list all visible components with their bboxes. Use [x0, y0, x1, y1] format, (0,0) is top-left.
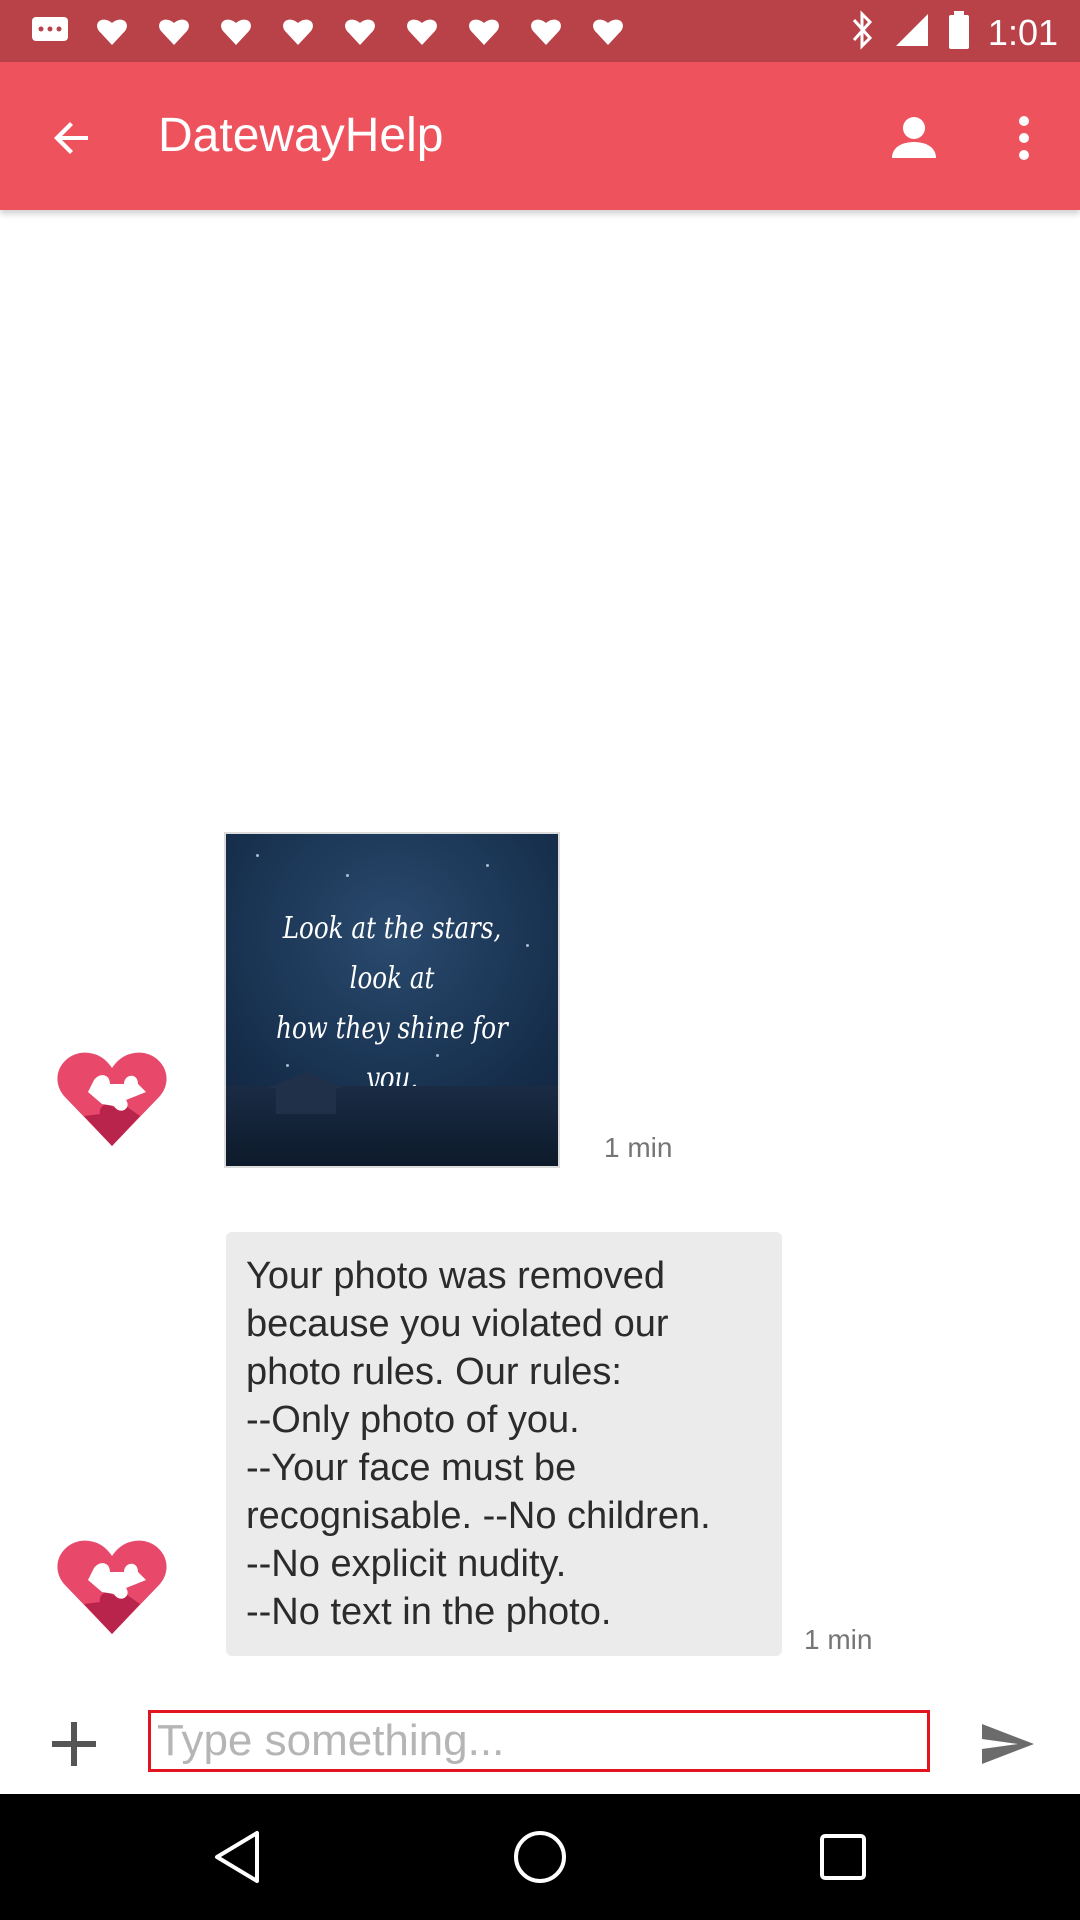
message-time: 1 min	[604, 1132, 673, 1163]
text-message-bubble[interactable]: Your photo was removed because you viola…	[226, 1232, 782, 1656]
puzzle-heart-icon	[338, 12, 382, 50]
more-vert-icon	[1019, 116, 1029, 160]
triangle-back-icon	[215, 1831, 259, 1883]
arrow-back-icon	[54, 122, 88, 154]
square-recents-icon	[820, 1834, 866, 1880]
bluetooth-icon	[850, 10, 876, 55]
sender-avatar[interactable]	[54, 1532, 170, 1636]
puzzle-heart-icon	[57, 1540, 167, 1634]
message-time: 1 min	[804, 1624, 873, 1655]
system-status: 1:01	[850, 10, 1058, 55]
puzzle-heart-icon	[524, 12, 568, 50]
message-composer	[0, 1694, 1080, 1794]
plus-icon	[52, 1722, 96, 1766]
puzzle-heart-icon	[276, 12, 320, 50]
page-title: DatewayHelp	[158, 109, 444, 162]
status-time: 1:01	[987, 11, 1058, 53]
app-bar: DatewayHelp	[0, 62, 1080, 210]
image-message[interactable]: Look at the stars, look at how they shin…	[226, 834, 558, 1166]
more-options-button[interactable]	[1000, 106, 1048, 170]
send-icon	[982, 1724, 1034, 1764]
puzzle-heart-icon	[462, 12, 506, 50]
navigation-bar	[0, 1794, 1080, 1920]
message-icon	[28, 12, 72, 50]
status-bar: 1:01	[0, 0, 1080, 62]
puzzle-heart-icon	[586, 12, 630, 50]
puzzle-heart-icon	[214, 12, 258, 50]
send-button[interactable]	[976, 1712, 1040, 1776]
back-button[interactable]	[40, 106, 104, 170]
nav-back-button[interactable]	[204, 1824, 270, 1890]
sender-avatar[interactable]	[54, 1044, 170, 1148]
image-house	[268, 1072, 344, 1114]
person-icon	[892, 117, 936, 158]
circle-home-icon	[514, 1831, 566, 1883]
puzzle-heart-icon	[400, 12, 444, 50]
nav-recents-button[interactable]	[810, 1824, 876, 1890]
add-attachment-button[interactable]	[42, 1712, 106, 1776]
nav-home-button[interactable]	[507, 1824, 573, 1890]
battery-icon	[948, 11, 970, 54]
puzzle-heart-icon	[90, 12, 134, 50]
profile-button[interactable]	[882, 106, 946, 170]
puzzle-heart-icon	[57, 1052, 167, 1146]
notification-icons	[28, 12, 630, 50]
signal-icon	[894, 12, 930, 53]
message-text: Your photo was removed because you viola…	[246, 1255, 711, 1633]
message-input[interactable]	[148, 1710, 930, 1772]
puzzle-heart-icon	[152, 12, 196, 50]
